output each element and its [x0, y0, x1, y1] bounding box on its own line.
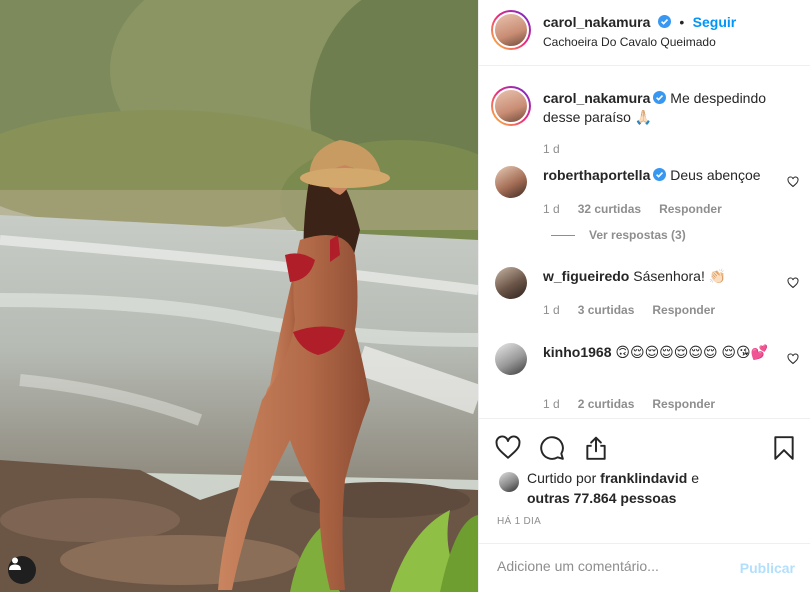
- view-replies[interactable]: Ver respostas (3): [551, 228, 686, 242]
- caption-username[interactable]: carol_nakamura: [543, 90, 650, 106]
- caption-text-block: carol_nakamura Me despedindo desse paraí…: [543, 89, 793, 127]
- comment-time[interactable]: 1 d: [543, 202, 560, 216]
- commenter-avatar[interactable]: [495, 166, 527, 198]
- liker-username[interactable]: franklindavid: [600, 470, 687, 486]
- likes-prefix: Curtido por: [527, 470, 597, 486]
- like-comment-heart-icon[interactable]: [787, 277, 799, 289]
- comment-username[interactable]: roberthaportella: [543, 167, 650, 183]
- post-header: carol_nakamura • Seguir Cachoeira Do Cav…: [479, 0, 810, 66]
- comment-likes[interactable]: 32 curtidas: [578, 202, 641, 216]
- photo-scene: [0, 0, 478, 592]
- action-bar: [479, 418, 810, 474]
- comment-username[interactable]: w_figueiredo: [543, 268, 629, 284]
- comment-text: Sásenhora! 👏🏻: [633, 268, 727, 284]
- comment-text-block: roberthaportella Deus abençoe: [543, 166, 773, 185]
- comment-meta: 1 d 32 curtidas Responder: [543, 202, 722, 216]
- like-comment-heart-icon[interactable]: [787, 176, 799, 188]
- reply-button[interactable]: Responder: [652, 303, 715, 317]
- reply-button[interactable]: Responder: [659, 202, 722, 216]
- caption-time[interactable]: 1 d: [543, 142, 560, 156]
- heart-icon[interactable]: [495, 435, 521, 461]
- replies-divider: [551, 235, 575, 237]
- post-location[interactable]: Cachoeira Do Cavalo Queimado: [543, 35, 716, 49]
- post-time[interactable]: HÁ 1 DIA: [497, 516, 541, 527]
- add-comment-bar: Publicar: [479, 543, 810, 592]
- likes-conj: e: [691, 470, 699, 486]
- comment-text: Deus abençoe: [670, 167, 761, 183]
- likes-others[interactable]: outras 77.864 pessoas: [527, 490, 676, 506]
- view-replies-label[interactable]: Ver respostas (3): [589, 228, 686, 242]
- separator-dot: •: [679, 14, 685, 30]
- header-title-row: carol_nakamura • Seguir: [543, 14, 736, 32]
- publish-button[interactable]: Publicar: [740, 560, 795, 576]
- liker-avatar[interactable]: [499, 472, 519, 492]
- post-panel: carol_nakamura • Seguir Cachoeira Do Cav…: [478, 0, 810, 592]
- comment-likes[interactable]: 2 curtidas: [578, 397, 635, 411]
- comment-input[interactable]: [497, 558, 727, 574]
- commenter-avatar[interactable]: [495, 267, 527, 299]
- comment-text: 🙃😌😌😌😌😌😌 😌😘💕: [615, 344, 769, 360]
- likes-summary: Curtido por franklindavid e outras 77.86…: [527, 468, 797, 508]
- caption-avatar[interactable]: [491, 86, 531, 126]
- share-icon[interactable]: [583, 435, 609, 461]
- commenter-avatar[interactable]: [495, 343, 527, 375]
- comment-likes[interactable]: 3 curtidas: [578, 303, 635, 317]
- user-tag-icon[interactable]: [8, 556, 36, 584]
- post-photo[interactable]: [0, 0, 478, 592]
- reply-button[interactable]: Responder: [652, 397, 715, 411]
- comment-text-block: kinho1968 🙃😌😌😌😌😌😌 😌😘💕: [543, 343, 773, 362]
- verified-icon: [653, 168, 667, 181]
- verified-icon: [653, 91, 667, 104]
- comment-meta: 1 d 3 curtidas Responder: [543, 303, 715, 317]
- comment-text-block: w_figueiredo Sásenhora! 👏🏻: [543, 267, 773, 286]
- follow-button[interactable]: Seguir: [693, 14, 737, 30]
- comment-time[interactable]: 1 d: [543, 303, 560, 317]
- comment-time[interactable]: 1 d: [543, 397, 560, 411]
- comment-meta: 1 d 2 curtidas Responder: [543, 397, 715, 411]
- author-avatar[interactable]: [491, 10, 531, 50]
- comment-icon[interactable]: [539, 435, 565, 461]
- verified-icon: [657, 15, 671, 28]
- like-comment-heart-icon[interactable]: [787, 353, 799, 365]
- bookmark-icon[interactable]: [771, 435, 797, 461]
- comment-username[interactable]: kinho1968: [543, 344, 611, 360]
- author-username[interactable]: carol_nakamura: [543, 14, 650, 30]
